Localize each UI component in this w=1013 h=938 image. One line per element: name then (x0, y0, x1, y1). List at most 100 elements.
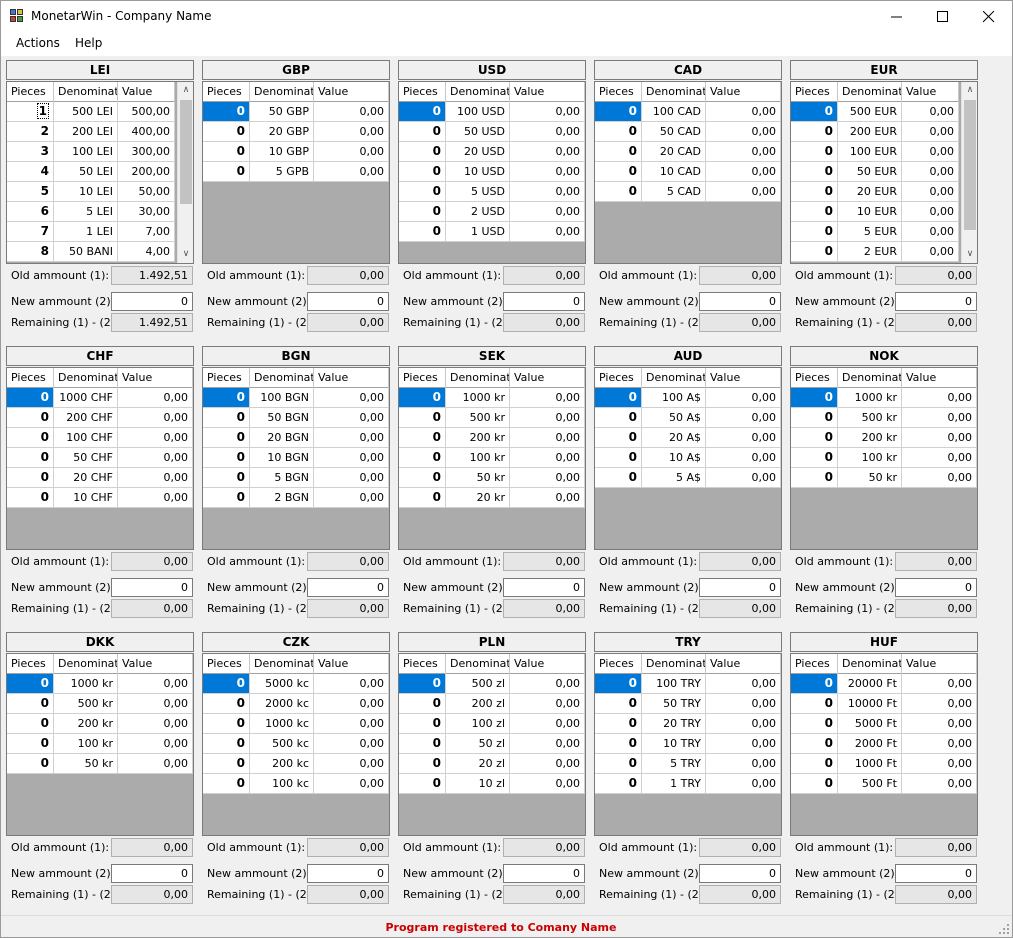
pieces-cell[interactable]: 0 (595, 182, 642, 201)
pieces-cell[interactable]: 0 (791, 102, 838, 121)
denomination-grid-cad[interactable]: PiecesDenominatioValue 0 100 CAD 0,00 0 50 CA… (594, 81, 782, 264)
denomination-grid-lei[interactable]: PiecesDenominatioValue1500 LEI500,002200… (6, 81, 194, 264)
table-row[interactable]: 0 5000 kc 0,00 (203, 674, 389, 694)
pieces-cell[interactable]: 0 (7, 714, 54, 733)
column-header-value[interactable]: Value (510, 82, 585, 102)
column-header-denomination[interactable]: Denominatio (642, 654, 706, 674)
table-row[interactable]: 0 50 kr 0,00 (791, 468, 977, 488)
pieces-cell[interactable]: 0 (595, 734, 642, 753)
vertical-scrollbar[interactable]: ∧ ∨ (177, 82, 193, 263)
pieces-cell[interactable]: 0 (203, 428, 250, 447)
column-header-denomination[interactable]: Denominatio (446, 82, 510, 102)
column-header-pieces[interactable]: Pieces (791, 654, 838, 674)
denomination-grid-sek[interactable]: PiecesDenominatioValue 0 1000 kr 0,00 0 500 k… (398, 367, 586, 550)
new-amount-input[interactable]: 0 (111, 292, 193, 311)
table-row[interactable]: 0 100 kr 0,00 (791, 448, 977, 468)
table-row[interactable]: 0 2 USD 0,00 (399, 202, 585, 222)
table-row[interactable]: 0 50 USD 0,00 (399, 122, 585, 142)
table-row[interactable]: 0 100 CAD 0,00 (595, 102, 781, 122)
new-amount-input[interactable]: 0 (111, 578, 193, 597)
table-row[interactable]: 0 500 zl 0,00 (399, 674, 585, 694)
new-amount-input[interactable]: 0 (895, 292, 977, 311)
pieces-cell[interactable]: 0 (203, 734, 250, 753)
menu-help[interactable]: Help (75, 36, 102, 50)
table-row[interactable]: 0 10 CAD 0,00 (595, 162, 781, 182)
table-row[interactable]: 0 5 GPB 0,00 (203, 162, 389, 182)
denomination-grid-gbp[interactable]: PiecesDenominatioValue 0 50 GBP 0,00 0 20 GBP… (202, 81, 390, 264)
table-row[interactable]: 0 200 kr 0,00 (399, 428, 585, 448)
denomination-grid-czk[interactable]: PiecesDenominatioValue 0 5000 kc 0,00 0 2000 … (202, 653, 390, 836)
pieces-cell[interactable]: 0 (791, 202, 838, 221)
pieces-cell[interactable]: 0 (791, 468, 838, 487)
resize-grip-icon[interactable] (998, 923, 1010, 935)
table-row[interactable]: 0 500 kr 0,00 (7, 694, 193, 714)
table-row[interactable]: 0 1 TRY 0,00 (595, 774, 781, 794)
scroll-up-icon[interactable]: ∧ (178, 82, 193, 99)
pieces-cell[interactable]: 0 (7, 448, 54, 467)
table-row[interactable]: 0 100 TRY 0,00 (595, 674, 781, 694)
table-row[interactable]: 2 200 LEI 400,00 (7, 122, 175, 142)
pieces-cell[interactable]: 4 (7, 162, 54, 181)
scrollbar-thumb[interactable] (964, 100, 976, 230)
pieces-cell[interactable]: 0 (399, 202, 446, 221)
table-row[interactable]: 0 10 USD 0,00 (399, 162, 585, 182)
table-row[interactable]: 0 1000 Ft 0,00 (791, 754, 977, 774)
pieces-cell[interactable]: 0 (595, 388, 642, 407)
table-row[interactable]: 0 20 EUR 0,00 (791, 182, 959, 202)
table-row[interactable]: 0 200 EUR 0,00 (791, 122, 959, 142)
denomination-grid-aud[interactable]: PiecesDenominatioValue0100 A$0,00050 A$0… (594, 367, 782, 550)
pieces-cell[interactable]: 0 (595, 774, 642, 793)
table-row[interactable]: 0 20 GBP 0,00 (203, 122, 389, 142)
table-row[interactable]: 3 100 LEI 300,00 (7, 142, 175, 162)
column-header-value[interactable]: Value (314, 368, 389, 388)
title-bar[interactable]: MonetarWin - Company Name (1, 1, 1012, 32)
column-header-denomination[interactable]: Denominatio (54, 368, 118, 388)
column-header-denomination[interactable]: Denominatio (446, 368, 510, 388)
new-amount-input[interactable]: 0 (699, 864, 781, 883)
pieces-cell[interactable]: 0 (595, 754, 642, 773)
table-row[interactable]: 0 100 kr 0,00 (7, 734, 193, 754)
table-row[interactable]: 7 1 LEI 7,00 (7, 222, 175, 242)
table-row[interactable]: 0 10 CHF 0,00 (7, 488, 193, 508)
column-header-denomination[interactable]: Denominatio (446, 654, 510, 674)
table-row[interactable]: 0 10 zl 0,00 (399, 774, 585, 794)
table-row[interactable]: 0 10 BGN 0,00 (203, 448, 389, 468)
pieces-cell[interactable]: 0 (203, 162, 250, 181)
table-row[interactable]: 1 500 LEI 500,00 (7, 102, 175, 122)
pieces-cell[interactable]: 0 (791, 694, 838, 713)
pieces-cell[interactable]: 1 (7, 102, 54, 121)
table-row[interactable]: 0 5 TRY 0,00 (595, 754, 781, 774)
table-row[interactable]: 0 5 CAD 0,00 (595, 182, 781, 202)
pieces-cell[interactable]: 0 (791, 714, 838, 733)
table-row[interactable]: 0 1000 kr 0,00 (399, 388, 585, 408)
table-row[interactable]: 0 50 kr 0,00 (399, 468, 585, 488)
new-amount-input[interactable]: 0 (307, 292, 389, 311)
new-amount-input[interactable]: 0 (503, 864, 585, 883)
column-header-denomination[interactable]: Denominatio (250, 82, 314, 102)
pieces-cell[interactable]: 0 (399, 468, 446, 487)
scroll-up-icon[interactable]: ∧ (962, 82, 977, 99)
pieces-cell[interactable]: 3 (7, 142, 54, 161)
column-header-pieces[interactable]: Pieces (399, 654, 446, 674)
pieces-cell[interactable]: 0 (203, 122, 250, 141)
table-row[interactable]: 0 100 zl 0,00 (399, 714, 585, 734)
denomination-grid-huf[interactable]: PiecesDenominatioValue 0 20000 Ft 0,00 0 1000… (790, 653, 978, 836)
pieces-cell[interactable]: 0 (203, 488, 250, 507)
table-row[interactable]: 0 20 zl 0,00 (399, 754, 585, 774)
pieces-cell[interactable]: 0 (791, 122, 838, 141)
pieces-cell[interactable]: 0 (203, 102, 250, 121)
pieces-cell[interactable]: 0 (791, 142, 838, 161)
pieces-cell[interactable]: 6 (7, 202, 54, 221)
pieces-cell[interactable]: 0 (791, 774, 838, 793)
table-row[interactable]: 0 5 USD 0,00 (399, 182, 585, 202)
table-row[interactable]: 0 2 BGN 0,00 (203, 488, 389, 508)
table-row[interactable]: 0 500 EUR 0,00 (791, 102, 959, 122)
pieces-cell[interactable]: 0 (203, 694, 250, 713)
column-header-pieces[interactable]: Pieces (203, 654, 250, 674)
denomination-grid-chf[interactable]: PiecesDenominatioValue 0 1000 CHF 0,00 0 200 … (6, 367, 194, 550)
pieces-cell[interactable]: 0 (791, 182, 838, 201)
table-row[interactable]: 0 100 kr 0,00 (399, 448, 585, 468)
pieces-cell[interactable]: 0 (399, 448, 446, 467)
table-row[interactable]: 0 1000 CHF 0,00 (7, 388, 193, 408)
table-row[interactable]: 0 200 kr 0,00 (7, 714, 193, 734)
